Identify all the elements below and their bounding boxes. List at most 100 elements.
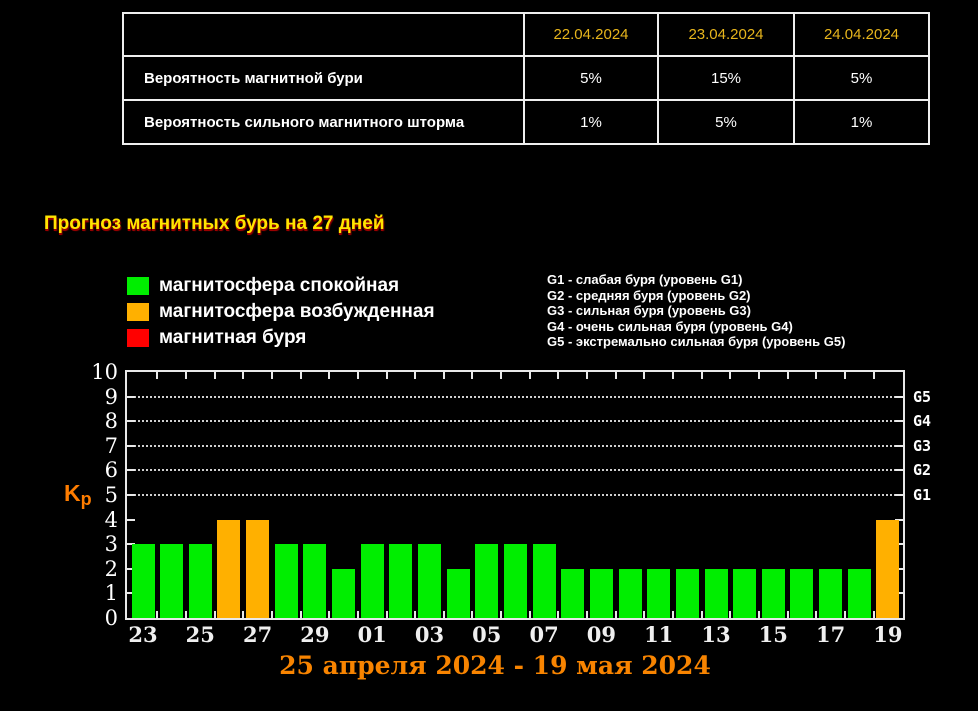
y-tick (895, 469, 903, 471)
y-axis-label: 8 (58, 408, 118, 434)
table-cell-value: 1% (794, 100, 929, 144)
x-tick (414, 372, 416, 379)
kp-bar (246, 520, 269, 618)
x-tick (873, 611, 875, 618)
kp-gridline-G1 (130, 494, 900, 496)
kp-bar (217, 520, 240, 618)
x-axis-label: 03 (402, 622, 458, 647)
excited-color-swatch-icon (127, 303, 149, 321)
y-axis-label: 10 (58, 359, 118, 385)
kp-plot (125, 370, 905, 620)
table-header-date: 22.04.2024 (524, 13, 658, 56)
x-tick (328, 611, 330, 618)
x-tick (443, 372, 445, 379)
storm-level-line: G2 - средняя буря (уровень G2) (547, 288, 845, 304)
x-tick (729, 372, 731, 379)
x-axis-label: 15 (745, 622, 801, 647)
x-tick (357, 372, 359, 379)
g-axis-label: G3 (913, 437, 931, 455)
table-header-date: 24.04.2024 (794, 13, 929, 56)
chart-date-range-caption: 25 апреля 2024 - 19 мая 2024 (125, 651, 865, 680)
table-cell-value: 5% (794, 56, 929, 100)
kp-bar (676, 569, 699, 618)
chart-legend: магнитосфера спокойная магнитосфера возб… (127, 273, 435, 351)
kp-bar (189, 544, 212, 618)
x-axis-label: 01 (344, 622, 400, 647)
kp-bar (790, 569, 813, 618)
space-weather-page: { "table": { "columns": ["22.04.2024", "… (0, 0, 978, 711)
kp-bar (418, 544, 441, 618)
x-axis-label: 05 (459, 622, 515, 647)
y-tick (895, 420, 903, 422)
storm-level-line: G1 - слабая буря (уровень G1) (547, 272, 845, 288)
x-tick (815, 611, 817, 618)
kp-gridline-G4 (130, 420, 900, 422)
x-tick (386, 611, 388, 618)
x-tick (300, 611, 302, 618)
x-tick (844, 611, 846, 618)
legend-item-label: магнитосфера возбужденная (159, 301, 435, 323)
x-tick (357, 611, 359, 618)
x-axis-label: 25 (172, 622, 228, 647)
x-tick (586, 611, 588, 618)
x-tick (214, 372, 216, 379)
kp-bar (619, 569, 642, 618)
x-tick (557, 372, 559, 379)
storm-probability-table: 22.04.2024 23.04.2024 24.04.2024 Вероятн… (122, 12, 930, 145)
table-cell-value: 5% (658, 100, 794, 144)
y-axis-label: 6 (58, 457, 118, 483)
y-tick (127, 494, 135, 496)
x-axis-label: 13 (688, 622, 744, 647)
legend-item-quiet: магнитосфера спокойная (127, 273, 435, 299)
x-tick (787, 372, 789, 379)
x-tick (386, 372, 388, 379)
kp-bar (389, 544, 412, 618)
kp-bar (361, 544, 384, 618)
x-tick (500, 372, 502, 379)
x-axis-label: 07 (516, 622, 572, 647)
kp-gridline-G2 (130, 469, 900, 471)
x-tick (271, 611, 273, 618)
y-tick (127, 519, 135, 521)
table-header-empty (123, 13, 524, 56)
x-tick (701, 372, 703, 379)
table-header-date: 23.04.2024 (658, 13, 794, 56)
storm-level-line: G5 - экстремально сильная буря (уровень … (547, 334, 845, 350)
table-row-label: Вероятность сильного магнитного шторма (123, 100, 524, 144)
x-tick (557, 611, 559, 618)
storm-level-key: G1 - слабая буря (уровень G1) G2 - средн… (547, 272, 845, 350)
x-axis-label: 11 (631, 622, 687, 647)
kp-bar (705, 569, 728, 618)
x-tick (873, 372, 875, 379)
x-tick (471, 611, 473, 618)
table-cell-value: 15% (658, 56, 794, 100)
x-tick (615, 611, 617, 618)
storm-level-line: G3 - сильная буря (уровень G3) (547, 303, 845, 319)
x-tick (242, 611, 244, 618)
x-tick (271, 372, 273, 379)
x-axis-label: 23 (115, 622, 171, 647)
x-axis-label: 19 (860, 622, 916, 647)
x-tick (672, 611, 674, 618)
y-axis-label: 0 (58, 605, 118, 631)
y-tick (895, 445, 903, 447)
y-axis-label: 4 (58, 507, 118, 533)
legend-item-storm: магнитная буря (127, 325, 435, 351)
kp-bar (275, 544, 298, 618)
x-tick (185, 611, 187, 618)
kp-gridline-G3 (130, 445, 900, 447)
kp-bar (762, 569, 785, 618)
x-tick (729, 611, 731, 618)
x-tick (214, 611, 216, 618)
quiet-color-swatch-icon (127, 277, 149, 295)
storm-color-swatch-icon (127, 329, 149, 347)
kp-bar (590, 569, 613, 618)
legend-item-label: магнитосфера спокойная (159, 275, 399, 297)
kp-bar (475, 544, 498, 618)
x-tick (156, 372, 158, 379)
y-axis-label: 3 (58, 531, 118, 557)
storm-level-line: G4 - очень сильная буря (уровень G4) (547, 319, 845, 335)
kp-bar (733, 569, 756, 618)
x-tick (701, 611, 703, 618)
y-tick (127, 469, 135, 471)
